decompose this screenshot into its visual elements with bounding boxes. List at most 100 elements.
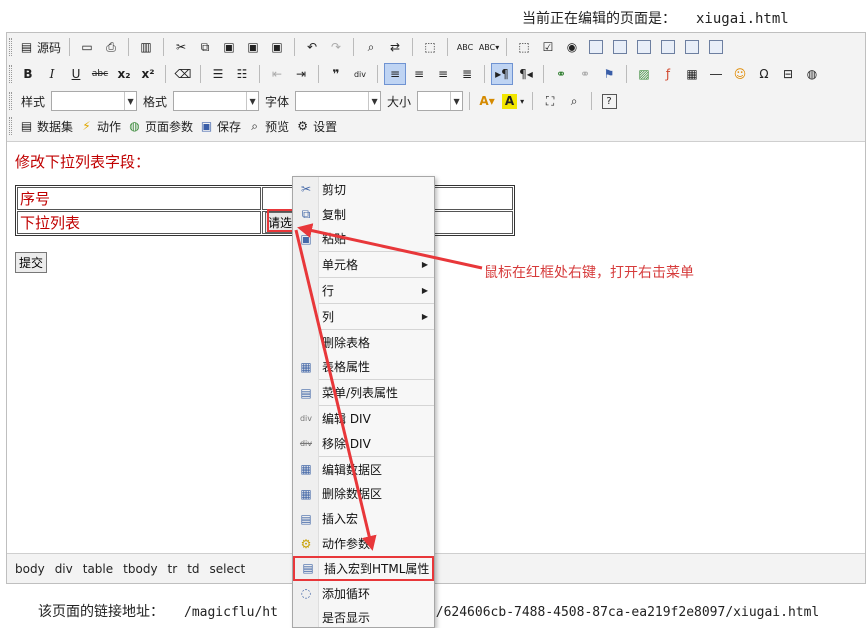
table-row[interactable]: 序号: [17, 187, 513, 210]
hidden-field-button[interactable]: [705, 36, 727, 58]
path-item[interactable]: body: [15, 562, 45, 576]
align-left-button[interactable]: ≡: [384, 63, 406, 85]
page-link-url-end[interactable]: s/624606cb-7488-4508-87ca-ea219f2e8097/x…: [428, 605, 819, 620]
numbered-list-button[interactable]: ☰: [207, 63, 229, 85]
superscript-button[interactable]: x²: [137, 63, 159, 85]
table-cell-label[interactable]: 序号: [17, 187, 261, 210]
redo-button[interactable]: ↷: [325, 36, 347, 58]
find-button[interactable]: ⌕: [360, 36, 382, 58]
table-button[interactable]: ▦: [681, 63, 703, 85]
menu-item-delete-dataregion[interactable]: ▦ 删除数据区: [293, 482, 434, 507]
print-button[interactable]: ⎙: [100, 36, 122, 58]
form-table[interactable]: 序号 下拉列表 请选: [15, 185, 515, 236]
anchor-button[interactable]: ⚑: [598, 63, 620, 85]
preview-doc-button[interactable]: ▥: [135, 36, 157, 58]
menu-item-edit-dataregion[interactable]: ▦ 编辑数据区: [293, 457, 434, 482]
menu-item-copy[interactable]: ⧉ 复制: [293, 202, 434, 227]
page-params-button[interactable]: ◍ 页面参数: [125, 115, 195, 137]
path-item[interactable]: select: [210, 562, 246, 576]
path-item[interactable]: td: [187, 562, 199, 576]
menu-item-delete-table[interactable]: 删除表格: [293, 330, 434, 355]
link-button[interactable]: ⚭: [550, 63, 572, 85]
menu-item-insert-macro-html-attr[interactable]: ▤ 插入宏到HTML属性: [293, 555, 434, 581]
menu-item-paste[interactable]: ▣ 粘贴: [293, 227, 434, 252]
format-select[interactable]: ▼: [173, 91, 260, 111]
menu-item-list-properties[interactable]: ▤ 菜单/列表属性: [293, 380, 434, 405]
text-color-button[interactable]: A▾: [476, 90, 498, 112]
style-select[interactable]: ▼: [51, 91, 138, 111]
path-item[interactable]: tr: [168, 562, 178, 576]
action-button[interactable]: ⚡ 动作: [77, 115, 123, 137]
replace-button[interactable]: ⇄: [384, 36, 406, 58]
select-field-button[interactable]: [633, 36, 655, 58]
spellcheck-button[interactable]: ABC: [454, 36, 476, 58]
justify-button[interactable]: ≣: [456, 63, 478, 85]
ltr-button[interactable]: ▸¶: [491, 63, 513, 85]
indent-button[interactable]: ⇥: [290, 63, 312, 85]
checkbox-button[interactable]: ☑: [537, 36, 559, 58]
radio-button[interactable]: ◉: [561, 36, 583, 58]
underline-button[interactable]: U: [65, 63, 87, 85]
size-select[interactable]: ▼: [417, 91, 464, 111]
copy-button[interactable]: ⧉: [194, 36, 216, 58]
menu-item-table-properties[interactable]: ▦ 表格属性: [293, 355, 434, 380]
menu-item-cell[interactable]: 单元格 ▶: [293, 252, 434, 277]
source-button[interactable]: ▤ 源码: [17, 36, 63, 58]
dataset-button[interactable]: ▤ 数据集: [17, 115, 75, 137]
path-item[interactable]: div: [55, 562, 73, 576]
save-button[interactable]: ▣ 保存: [197, 115, 243, 137]
hr-button[interactable]: ―: [705, 63, 727, 85]
outdent-button[interactable]: ⇤: [266, 63, 288, 85]
unlink-button[interactable]: ⚭: [574, 63, 596, 85]
menu-item-edit-div[interactable]: div 编辑 DIV: [293, 406, 434, 431]
page-link-url-start[interactable]: /magicflu/ht: [184, 605, 278, 620]
form-button[interactable]: ⬚: [513, 36, 535, 58]
menu-item-column[interactable]: 列 ▶: [293, 304, 434, 329]
path-item[interactable]: tbody: [123, 562, 157, 576]
subscript-button[interactable]: x₂: [113, 63, 135, 85]
image-button-button[interactable]: [681, 36, 703, 58]
menu-item-cut[interactable]: ✂ 剪切: [293, 177, 434, 202]
smiley-button[interactable]: ☺: [729, 63, 751, 85]
rtl-button[interactable]: ¶◂: [515, 63, 537, 85]
spellcheck-dropdown[interactable]: ABC▾: [478, 36, 500, 58]
strike-button[interactable]: abc: [89, 63, 111, 85]
align-right-button[interactable]: ≡: [432, 63, 454, 85]
table-cell-label[interactable]: 下拉列表: [17, 211, 261, 234]
paste-text-button[interactable]: ▣: [242, 36, 264, 58]
show-blocks-button[interactable]: ⌕: [563, 90, 585, 112]
remove-format-button[interactable]: ⌫: [172, 63, 194, 85]
textarea-button[interactable]: [609, 36, 631, 58]
menu-item-visibility[interactable]: 是否显示: [293, 606, 434, 627]
menu-item-insert-macro[interactable]: ▤ 插入宏: [293, 506, 434, 531]
menu-item-row[interactable]: 行 ▶: [293, 278, 434, 303]
paste-button[interactable]: ▣: [218, 36, 240, 58]
button-field-button[interactable]: [657, 36, 679, 58]
iframe-button[interactable]: ◍: [801, 63, 823, 85]
flash-button[interactable]: ƒ: [657, 63, 679, 85]
font-select[interactable]: ▼: [295, 91, 382, 111]
preview-button[interactable]: ⌕ 预览: [245, 115, 291, 137]
cut-button[interactable]: ✂: [170, 36, 192, 58]
new-page-button[interactable]: ▭: [76, 36, 98, 58]
path-item[interactable]: table: [83, 562, 113, 576]
paste-word-button[interactable]: ▣: [266, 36, 288, 58]
menu-item-remove-div[interactable]: div 移除 DIV: [293, 431, 434, 456]
editor-content[interactable]: 修改下拉列表字段： 序号 下拉列表 请选 提交: [7, 143, 865, 553]
blockquote-button[interactable]: ❞: [325, 63, 347, 85]
italic-button[interactable]: I: [41, 63, 63, 85]
bulleted-list-button[interactable]: ☷: [231, 63, 253, 85]
bg-color-button[interactable]: A ▾: [500, 90, 526, 112]
table-row[interactable]: 下拉列表 请选: [17, 211, 513, 234]
special-char-button[interactable]: Ω: [753, 63, 775, 85]
menu-item-add-loop[interactable]: ◌ 添加循环: [293, 581, 434, 606]
settings-button[interactable]: ⚙ 设置: [293, 115, 339, 137]
undo-button[interactable]: ↶: [301, 36, 323, 58]
about-button[interactable]: ?: [598, 90, 620, 112]
align-center-button[interactable]: ≡: [408, 63, 430, 85]
image-button[interactable]: ▨: [633, 63, 655, 85]
select-all-button[interactable]: ⬚: [419, 36, 441, 58]
create-div-button[interactable]: div: [349, 63, 371, 85]
menu-item-action-params[interactable]: ⚙ 动作参数: [293, 531, 434, 556]
submit-button[interactable]: 提交: [15, 252, 48, 273]
